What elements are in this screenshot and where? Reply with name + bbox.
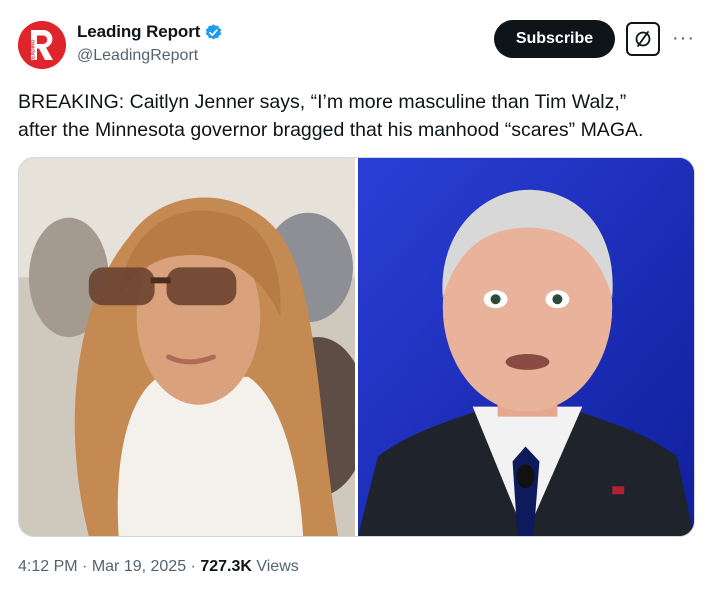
tweet-time[interactable]: 4:12 PM (18, 558, 78, 576)
meta-separator: · (186, 558, 201, 575)
tweet-date[interactable]: Mar 19, 2025 (92, 558, 186, 576)
grok-button[interactable] (626, 22, 660, 56)
slashed-circle-icon (635, 31, 651, 47)
svg-text:LEADING: LEADING (31, 39, 37, 62)
more-icon[interactable]: ··· (672, 28, 695, 48)
photo-tim-walz[interactable] (358, 158, 694, 536)
photo-caitlyn-jenner[interactable] (19, 158, 355, 536)
photo-left-illustration (19, 158, 355, 536)
views-label: Views (251, 558, 299, 575)
author-handle[interactable]: @LeadingReport (77, 47, 198, 65)
tweet-text: BREAKING: Caitlyn Jenner says, “I’m more… (18, 91, 644, 141)
display-name[interactable]: Leading Report (77, 22, 200, 42)
leading-report-logo: LEADING (18, 21, 66, 69)
media-grid (18, 157, 695, 537)
verified-badge-icon (206, 23, 222, 40)
author-name-row: Leading Report (77, 22, 223, 42)
tweet-meta: 4:12 PM · Mar 19, 2025 · 727.3K Views (18, 558, 299, 576)
meta-separator: · (77, 558, 92, 575)
photo-right-illustration (358, 158, 694, 536)
subscribe-button[interactable]: Subscribe (494, 20, 615, 58)
views-count[interactable]: 727.3K (200, 558, 252, 576)
avatar[interactable]: LEADING (18, 21, 66, 69)
